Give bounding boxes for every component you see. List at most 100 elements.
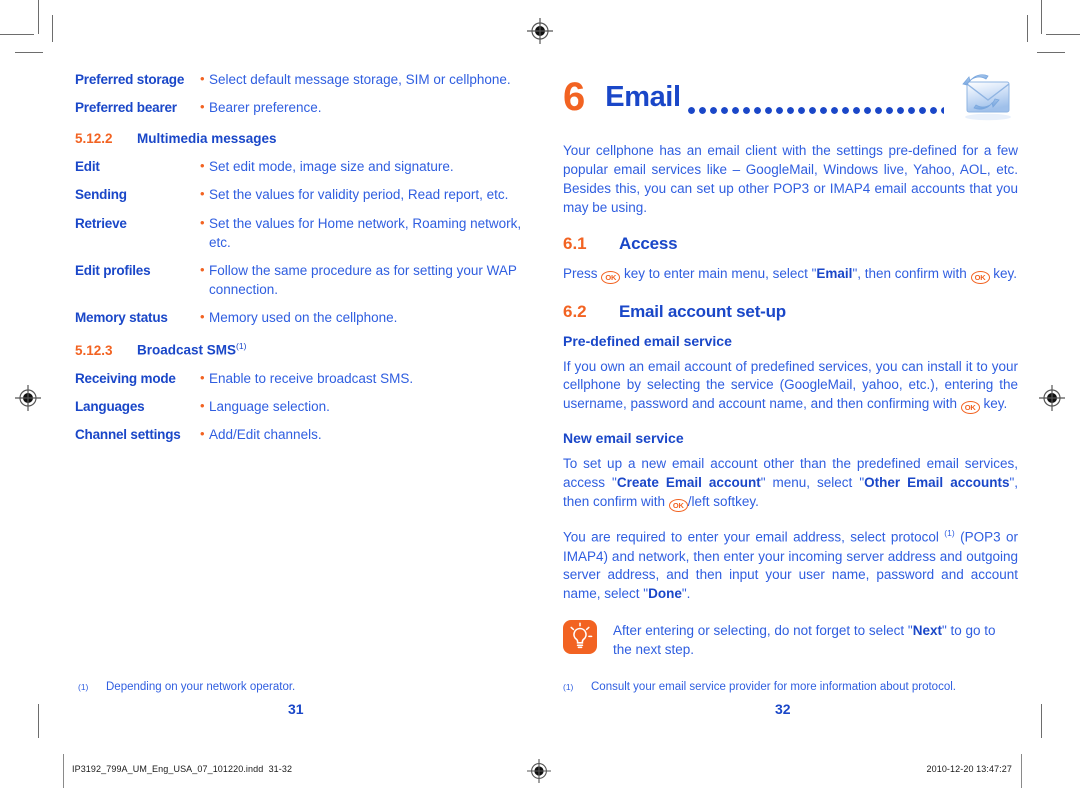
- definition-term: Edit: [75, 159, 100, 175]
- definition-description: • Follow the same procedure as for setti…: [200, 261, 530, 299]
- ok-key-icon: OK: [970, 270, 990, 284]
- print-slug-bar: IP3192_799A_UM_Eng_USA_07_101220.indd 31…: [0, 752, 1080, 796]
- menu-name-done: Done: [648, 586, 682, 602]
- crop-mark-top-right-inner-h: [1037, 52, 1065, 53]
- subsection-title: Broadcast SMS(1): [137, 341, 246, 358]
- ok-key-icon: OK: [601, 270, 621, 284]
- registration-mark-bottom: [527, 759, 551, 783]
- definition-row: Preferred bearer • Bearer preference.: [75, 98, 530, 117]
- new-text-part4: /left softkey.: [687, 494, 759, 510]
- definition-description: • Set edit mode, image size and signatur…: [200, 157, 530, 176]
- definition-term: Channel settings: [75, 427, 181, 443]
- required-fields-text: You are required to enter your email add…: [563, 528, 1018, 604]
- definition-description: • Bearer preference.: [200, 98, 530, 117]
- chapter-heading: 6 Email: [563, 70, 1018, 124]
- definition-description: • Select default message storage, SIM or…: [200, 70, 530, 89]
- definition-description-text: Select default message storage, SIM or c…: [209, 72, 511, 87]
- chapter-intro-text: Your cellphone has an email client with …: [563, 143, 1018, 215]
- crop-mark-top-right-h: [1046, 34, 1080, 35]
- chapter-title: Email: [605, 80, 681, 113]
- definition-row: Edit profiles • Follow the same procedur…: [75, 261, 530, 299]
- crop-mark-top-right-inner-v: [1027, 15, 1028, 42]
- definition-description: • Enable to receive broadcast SMS.: [200, 369, 530, 388]
- slug-timestamp: 2010-12-20 13:47:27: [926, 764, 1012, 774]
- footnote-marker: (1): [563, 682, 574, 692]
- slug-page-range: 31-32: [268, 764, 293, 774]
- definition-description: • Set the values for Home network, Roami…: [200, 214, 530, 252]
- chapter-number: 6: [563, 75, 586, 119]
- definition-term: Retrieve: [75, 215, 127, 231]
- subsection-title: Multimedia messages: [137, 131, 277, 147]
- page-number-left: 31: [288, 701, 304, 717]
- section-heading-access: 6.1 Access: [563, 234, 1018, 254]
- right-page-content: 6 Email Your cellphone has an email clie…: [563, 70, 1018, 660]
- registration-mark-right: [1039, 385, 1065, 411]
- crop-mark-top-left-v: [38, 0, 39, 34]
- page-number-right: 32: [775, 701, 791, 717]
- definition-term: Edit profiles: [75, 262, 151, 278]
- section-title: Email account set-up: [619, 301, 786, 321]
- crop-mark-bottom-left-v: [38, 704, 39, 738]
- required-text-part3: ".: [681, 586, 691, 602]
- definition-description: • Set the values for validity period, Re…: [200, 185, 530, 204]
- footnote-marker: (1): [236, 341, 247, 352]
- definition-description: • Language selection.: [200, 397, 530, 416]
- menu-name-other-email-accounts: Other Email accounts: [864, 475, 1010, 491]
- definition-description-text: Language selection.: [209, 399, 330, 415]
- predefined-text-part1: If you own an email account of predefine…: [563, 358, 1018, 412]
- tip-text: After entering or selecting, do not forg…: [613, 620, 1018, 660]
- subsection-heading-broadcast: 5.12.3 Broadcast SMS(1): [75, 341, 530, 358]
- definition-description-text: Set edit mode, image size and signature.: [209, 159, 454, 175]
- section-title: Access: [619, 233, 678, 253]
- right-page-footnote: (1) Consult your email service provider …: [563, 681, 1013, 693]
- slug-rule-right: [1021, 754, 1022, 788]
- predefined-text-part2: key.: [979, 396, 1008, 412]
- tip-text-part1: After entering or selecting, do not forg…: [613, 623, 913, 639]
- bullet-icon: •: [200, 71, 205, 86]
- new-service-text: To set up a new email account other than…: [563, 455, 1018, 513]
- subsection-number: 5.12.2: [75, 131, 113, 147]
- new-text-part2: " menu, select ": [760, 475, 865, 491]
- bullet-icon: •: [200, 398, 205, 414]
- definition-row: Edit • Set edit mode, image size and sig…: [75, 157, 530, 176]
- crop-mark-top-right-v: [1041, 0, 1042, 34]
- definition-description: • Add/Edit channels.: [200, 425, 530, 444]
- definition-term: Sending: [75, 187, 127, 203]
- definition-description-text: Set the values for Home network, Roaming…: [209, 215, 522, 250]
- definition-description-text: Enable to receive broadcast SMS.: [209, 370, 414, 386]
- tip-callout: After entering or selecting, do not forg…: [563, 620, 1018, 660]
- definition-row: Memory status • Memory used on the cellp…: [75, 308, 530, 327]
- definition-term: Languages: [75, 399, 145, 415]
- footnote-text: Consult your email service provider for …: [591, 681, 956, 693]
- crop-mark-bottom-right-v: [1041, 704, 1042, 738]
- registration-mark-left: [15, 385, 41, 411]
- definition-term: Preferred storage: [75, 72, 185, 87]
- bullet-icon: •: [200, 186, 205, 202]
- bullet-icon: •: [200, 309, 205, 325]
- bullet-icon: •: [200, 426, 205, 442]
- subsection-title-text: Broadcast SMS: [137, 342, 237, 358]
- access-text-part4: key.: [989, 265, 1018, 281]
- footnote-marker: (1): [78, 682, 89, 692]
- dot-leader: [686, 106, 944, 115]
- left-page-content: Preferred storage • Select default messa…: [75, 70, 530, 453]
- definition-term: Preferred bearer: [75, 100, 177, 116]
- crop-mark-top-left-inner-v: [52, 15, 53, 42]
- definition-description-text: Bearer preference.: [209, 100, 322, 116]
- bullet-icon: •: [200, 369, 205, 385]
- access-text-part3: ", then confirm with: [852, 265, 971, 281]
- definition-row: Channel settings • Add/Edit channels.: [75, 425, 530, 444]
- footnote-text: Depending on your network operator.: [106, 681, 296, 693]
- slug-filename-text: IP3192_799A_UM_Eng_USA_07_101220.indd: [72, 764, 264, 774]
- definition-row: Preferred storage • Select default messa…: [75, 70, 530, 89]
- definition-row: Sending • Set the values for validity pe…: [75, 185, 530, 204]
- crop-mark-top-left-h: [0, 34, 34, 35]
- slug-filename: IP3192_799A_UM_Eng_USA_07_101220.indd 31…: [72, 764, 292, 774]
- definition-description-text: Set the values for validity period, Read…: [209, 187, 509, 203]
- definition-row: Retrieve • Set the values for Home netwo…: [75, 214, 530, 252]
- access-text-part1: Press: [563, 265, 602, 281]
- bullet-icon: •: [200, 99, 205, 115]
- registration-mark-top: [527, 18, 553, 44]
- left-page-footnote: (1) Depending on your network operator.: [78, 681, 498, 693]
- ok-key-icon: OK: [960, 401, 980, 415]
